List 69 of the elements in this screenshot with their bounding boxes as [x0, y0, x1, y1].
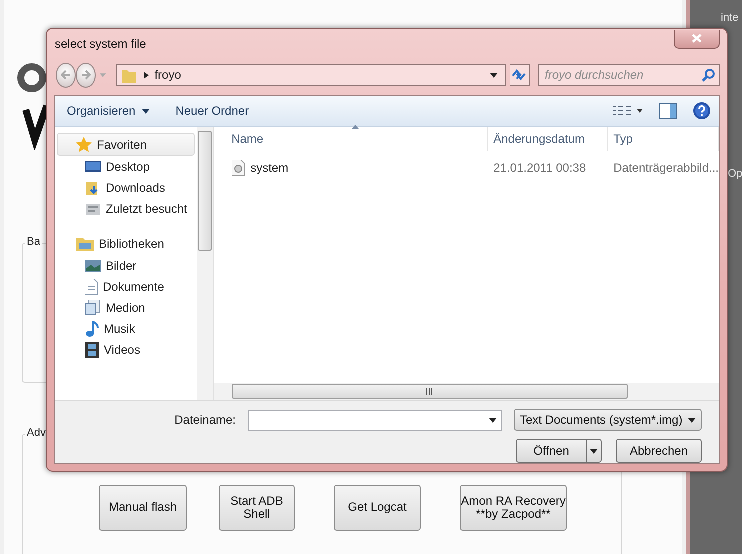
dropdown-caret-icon: [688, 418, 696, 422]
horizontal-scrollbar[interactable]: [214, 383, 719, 400]
forward-button[interactable]: [76, 62, 96, 88]
dropdown-caret-icon: [490, 72, 498, 78]
nav-item[interactable]: Downloads: [55, 177, 197, 198]
group-label: Ba: [25, 236, 42, 248]
library-folder-icon: [76, 236, 94, 251]
disc-file-icon: [232, 160, 245, 176]
image-icon: [85, 258, 101, 272]
column-header[interactable]: Änderungsdatum: [488, 127, 608, 151]
nav-item[interactable]: Videos: [55, 339, 197, 360]
sort-arrow-icon: [352, 125, 359, 129]
nav-item[interactable]: Desktop: [55, 156, 197, 177]
vertical-scrollbar[interactable]: [196, 127, 213, 400]
arrow-left-icon: [60, 70, 71, 80]
nav-group[interactable]: Bibliotheken: [57, 232, 195, 255]
search-icon: [702, 68, 715, 82]
file-type-select[interactable]: Text Documents (system*.img): [514, 409, 702, 431]
nav-group[interactable]: Favoriten: [57, 133, 195, 156]
action-button[interactable]: Start ADB Shell: [219, 485, 295, 531]
nav-item[interactable]: Musik: [55, 318, 197, 339]
group-label: Adv: [25, 427, 48, 439]
nav-item[interactable]: Medion: [55, 297, 197, 318]
action-button[interactable]: Get Logcat: [334, 485, 421, 531]
view-list-icon: [613, 106, 643, 116]
monitor-icon: [85, 160, 101, 174]
back-button[interactable]: [56, 62, 76, 88]
window-title: select system file: [55, 37, 146, 51]
file-name-cell: system: [214, 157, 488, 179]
grip-icon: [426, 388, 434, 395]
breadcrumb[interactable]: froyo: [154, 68, 182, 82]
close-icon: [692, 34, 702, 43]
preview-pane-icon: [659, 103, 677, 119]
action-button[interactable]: Manual flash: [99, 485, 187, 531]
dialog-button[interactable]: Abbrechen: [616, 439, 702, 463]
documents-icon: [85, 300, 101, 316]
chevron-icon: [144, 72, 149, 78]
filename-label: Dateiname:: [174, 413, 236, 427]
dropdown-caret-icon: [489, 418, 497, 422]
help-icon: [693, 102, 711, 120]
star-icon: [76, 136, 92, 152]
action-button[interactable]: Amon RA Recovery **by Zacpod**: [460, 485, 567, 531]
address-bar[interactable]: froyo: [116, 64, 506, 86]
toolbar-button[interactable]: Neuer Ordner: [176, 104, 250, 118]
music-note-icon: [85, 320, 99, 336]
filename-field[interactable]: [248, 410, 502, 430]
film-icon: [85, 342, 99, 358]
side-text: Op: [728, 168, 742, 180]
refresh-icon: [511, 69, 528, 81]
column-header[interactable]: Typ: [608, 127, 719, 151]
split-arrow[interactable]: [586, 440, 601, 462]
nav-item[interactable]: Zuletzt besucht: [55, 198, 197, 219]
file-row[interactable]: system 21.01.2011 00:38 Datenträgerabbild...: [214, 157, 719, 179]
toolbar-button[interactable]: Organisieren: [67, 104, 150, 118]
nav-item[interactable]: Bilder: [55, 255, 197, 276]
search-field[interactable]: froyo durchsuchen: [538, 64, 720, 86]
history-caret-icon: [100, 72, 106, 78]
document-icon: [85, 278, 98, 294]
dialog-button[interactable]: Öffnen: [516, 439, 602, 463]
refresh-button[interactable]: [510, 64, 530, 86]
date-cell-text: 21.01.2011 00:38: [492, 160, 588, 177]
type-cell-text: Datenträgerabbild...: [612, 160, 719, 177]
arrow-right-icon: [80, 70, 91, 80]
folder-icon: [122, 67, 136, 83]
close-button[interactable]: [674, 30, 720, 48]
side-text: inte: [721, 12, 740, 24]
split-caret-icon: [590, 448, 598, 454]
search-input[interactable]: froyo durchsuchen: [545, 68, 702, 82]
nav-item[interactable]: Dokumente: [55, 276, 197, 297]
